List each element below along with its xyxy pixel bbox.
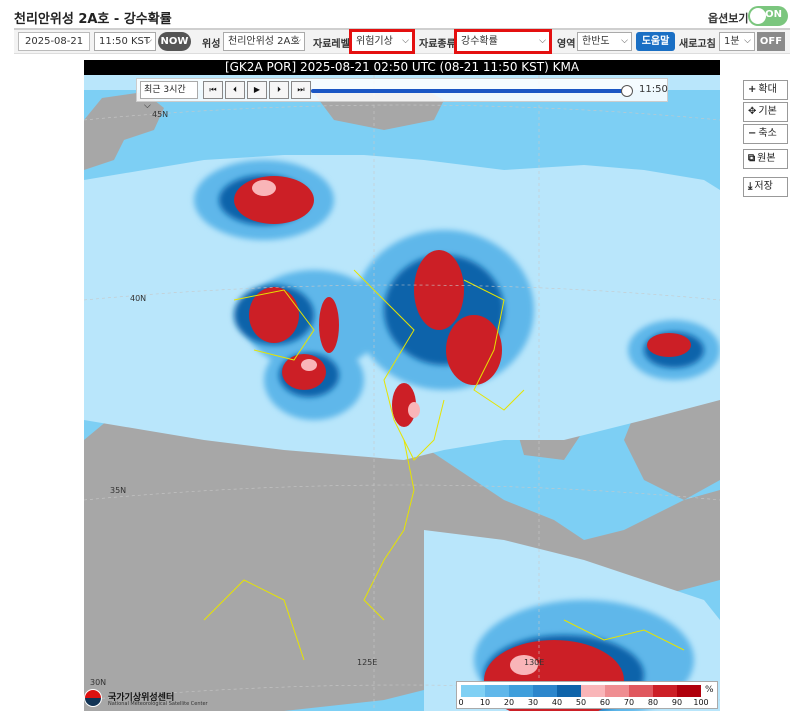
legend-tick-label: 60 xyxy=(599,698,611,707)
level-label: 자료레벨 xyxy=(313,39,350,50)
download-icon: ⤓ xyxy=(748,181,753,192)
level-select[interactable]: 위험기상 ⌵ xyxy=(349,29,415,54)
original-size-button[interactable]: ⧉ 원본 xyxy=(743,149,788,169)
refresh-label: 새로고침 xyxy=(679,39,716,50)
chevron-down-icon: ⌵ xyxy=(621,36,628,46)
animation-controls: 최근 3시간 ⌵ ⏮ ⏴ ▶ ⏵ ⏭ 11:50 xyxy=(136,78,668,111)
chevron-down-icon: ⌵ xyxy=(294,36,301,46)
probability-legend: 0 10 20 30 40 50 60 70 80 90 100 % xyxy=(456,681,718,709)
legend-swatch xyxy=(677,685,701,697)
satellite-select[interactable]: 천리안위성 2A호 ⌵ xyxy=(223,32,305,51)
chevron-down-icon: ⌵ xyxy=(539,36,546,46)
grid-label-45n: 45N xyxy=(152,110,168,119)
legend-swatch xyxy=(557,685,581,697)
crosshair-icon: ✥ xyxy=(748,106,757,117)
grid-label-40n: 40N xyxy=(130,294,146,303)
toggle-knob xyxy=(750,8,766,24)
type-value: 강수확률 xyxy=(461,36,498,47)
time-slider-thumb[interactable] xyxy=(621,85,633,97)
legend-swatch xyxy=(485,685,509,697)
legend-tick-label: 30 xyxy=(527,698,539,707)
legend-swatch xyxy=(509,685,533,697)
refresh-interval-select[interactable]: 1분 ⌵ xyxy=(719,32,755,51)
toggle-state: ON xyxy=(765,9,782,20)
map-imagery: 45N 40N 35N 30N 125E 130E xyxy=(84,75,720,711)
options-label: 옵션보기 xyxy=(708,12,749,25)
region-value: 한반도 xyxy=(582,36,610,47)
grid-label-30n: 30N xyxy=(90,678,106,687)
region-label: 영역 xyxy=(557,39,576,50)
legend-swatch xyxy=(581,685,605,697)
time-select[interactable]: 11:50 KST ⌵ xyxy=(94,32,156,51)
options-toggle[interactable]: ON xyxy=(748,6,788,26)
legend-tick-label: 20 xyxy=(503,698,515,707)
type-select[interactable]: 강수확률 ⌵ xyxy=(454,29,552,54)
level-value: 위험기상 xyxy=(356,36,393,47)
first-frame-button[interactable]: ⏮ xyxy=(203,81,223,99)
satellite-value: 천리안위성 2A호 xyxy=(228,36,300,47)
reset-view-button[interactable]: ✥ 기본 xyxy=(743,102,788,122)
prev-frame-button[interactable]: ⏴ xyxy=(225,81,245,99)
zoom-out-button[interactable]: − 축소 xyxy=(743,124,788,144)
time-slider-track[interactable] xyxy=(311,89,627,93)
grid-label-125e: 125E xyxy=(357,658,377,667)
date-input[interactable]: 2025-08-21 xyxy=(18,32,90,51)
satellite-map[interactable]: [GK2A POR] 2025-08-21 02:50 UTC (08-21 1… xyxy=(84,60,720,711)
legend-swatch xyxy=(653,685,677,697)
zoom-in-button[interactable]: + 확대 xyxy=(743,80,788,100)
plus-icon: + xyxy=(748,84,757,95)
time-value: 11:50 KST xyxy=(99,36,151,47)
now-button[interactable]: NOW xyxy=(158,32,191,51)
legend-tick-label: 100 xyxy=(693,698,709,707)
type-label: 자료종류 xyxy=(419,39,456,50)
legend-swatch xyxy=(461,685,485,697)
map-title: [GK2A POR] 2025-08-21 02:50 UTC (08-21 1… xyxy=(84,60,720,75)
legend-tick-label: 80 xyxy=(647,698,659,707)
legend-swatch xyxy=(605,685,629,697)
minus-icon: − xyxy=(748,128,757,139)
help-button[interactable]: 도움말 xyxy=(636,32,675,51)
legend-swatch xyxy=(533,685,557,697)
play-button[interactable]: ▶ xyxy=(247,81,267,99)
copy-icon: ⧉ xyxy=(748,153,756,164)
logo-subtitle: National Meteorological Satellite Center xyxy=(108,701,208,707)
legend-tick-label: 10 xyxy=(479,698,491,707)
next-frame-button[interactable]: ⏵ xyxy=(269,81,289,99)
legend-tick-label: 70 xyxy=(623,698,635,707)
chevron-down-icon: ⌵ xyxy=(402,36,409,46)
refresh-interval-value: 1분 xyxy=(724,36,740,47)
zoom-in-label: 확대 xyxy=(758,84,777,95)
region-select[interactable]: 한반도 ⌵ xyxy=(577,32,632,51)
legend-tick-label: 50 xyxy=(575,698,587,707)
grid-label-130e: 130E xyxy=(524,658,544,667)
zoom-out-label: 축소 xyxy=(758,128,777,139)
chevron-down-icon: ⌵ xyxy=(744,36,751,46)
reset-label: 기본 xyxy=(758,106,777,117)
legend-tick-label: 40 xyxy=(551,698,563,707)
time-range-select[interactable]: 최근 3시간 ⌵ xyxy=(140,81,198,111)
save-label: 저장 xyxy=(754,181,773,192)
legend-swatch xyxy=(629,685,653,697)
auto-refresh-toggle[interactable]: OFF xyxy=(757,32,785,51)
original-label: 원본 xyxy=(757,153,776,164)
satellite-label: 위성 xyxy=(202,39,221,50)
taegeuk-logo-icon xyxy=(84,689,102,707)
legend-tick-label: 90 xyxy=(671,698,683,707)
legend-ticks: 0 10 20 30 40 50 60 70 80 90 100 xyxy=(457,698,719,708)
grid-label-35n: 35N xyxy=(110,486,126,495)
chevron-down-icon: ⌵ xyxy=(145,36,152,46)
page-title: 천리안위성 2A호 - 강수확률 xyxy=(14,12,172,27)
time-range-value: 최근 3시간 xyxy=(144,85,186,95)
legend-color-bar xyxy=(461,685,701,697)
legend-unit: % xyxy=(705,685,714,695)
slider-current-time: 11:50 xyxy=(639,84,668,95)
last-frame-button[interactable]: ⏭ xyxy=(291,81,311,99)
legend-tick-label: 0 xyxy=(458,698,464,707)
save-button[interactable]: ⤓ 저장 xyxy=(743,177,788,197)
